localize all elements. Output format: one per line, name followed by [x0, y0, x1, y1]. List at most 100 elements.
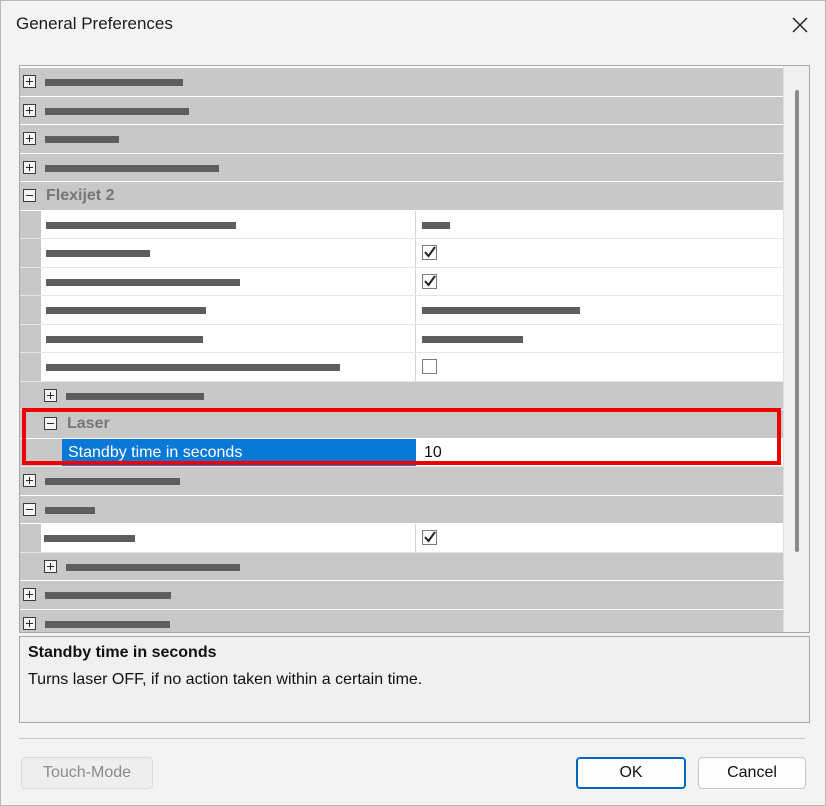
redacted-text: [45, 620, 170, 628]
collapse-icon[interactable]: [23, 502, 36, 516]
redacted-text: [45, 478, 180, 485]
expand-icon[interactable]: [44, 559, 57, 573]
scrollbar-thumb[interactable]: [795, 90, 799, 552]
redacted-text: [46, 221, 236, 229]
property-value-cell[interactable]: [417, 524, 783, 552]
row-margin: [20, 353, 41, 381]
checkmark-icon: [424, 246, 436, 258]
collapsed-category-row[interactable]: [20, 96, 783, 125]
separator: [19, 738, 805, 739]
row-margin: [20, 524, 41, 552]
collapse-icon[interactable]: [23, 189, 36, 202]
property-row[interactable]: [20, 296, 783, 325]
property-name-cell[interactable]: [41, 239, 416, 267]
redacted-text: [45, 107, 189, 115]
ok-button[interactable]: OK: [576, 757, 686, 789]
redacted-text: [44, 535, 135, 542]
checkmark-icon: [424, 274, 436, 287]
collapsed-subcategory-row[interactable]: [20, 381, 783, 410]
category-label: Laser: [67, 415, 110, 432]
property-name-cell[interactable]: [41, 524, 416, 552]
close-button[interactable]: [777, 5, 823, 45]
property-value-cell[interactable]: [417, 296, 783, 324]
property-name-cell[interactable]: [41, 296, 416, 324]
collapsed-category-row[interactable]: [20, 581, 783, 610]
redacted-text: [66, 563, 240, 571]
redacted-text: [45, 79, 183, 86]
expand-icon[interactable]: [23, 132, 36, 145]
redacted-text: [66, 392, 204, 400]
redacted-text: [46, 307, 206, 314]
close-icon: [792, 17, 808, 33]
redacted-text: [422, 335, 523, 343]
property-name-cell[interactable]: [41, 267, 416, 295]
touch-mode-button[interactable]: Touch-Mode: [21, 757, 153, 789]
property-row[interactable]: [20, 324, 783, 353]
property-name-cell[interactable]: [41, 210, 416, 238]
help-title: Standby time in seconds: [28, 644, 217, 661]
property-row[interactable]: [20, 353, 783, 382]
redacted-text: [46, 250, 150, 257]
collapsed-category-row[interactable]: [20, 153, 783, 182]
help-description: Turns laser OFF, if no action taken with…: [28, 671, 423, 688]
expand-icon[interactable]: [23, 588, 36, 601]
property-row[interactable]: [20, 210, 783, 239]
expand-icon[interactable]: [23, 75, 36, 88]
collapsed-category-row[interactable]: [20, 467, 783, 496]
checkbox[interactable]: [422, 245, 437, 260]
property-row[interactable]: [20, 267, 783, 296]
category-label: Flexijet 2: [46, 187, 115, 204]
general-preferences-dialog: General Preferences Flexijet 2 Laser Sta…: [0, 0, 826, 806]
property-row-standby-time[interactable]: Standby time in seconds 10: [20, 438, 783, 467]
property-value-cell[interactable]: [417, 324, 783, 352]
dialog-title: General Preferences: [16, 14, 173, 33]
property-grid[interactable]: Flexijet 2 Laser Standby time in seconds…: [19, 65, 810, 633]
row-margin: [20, 239, 41, 267]
collapsed-category-row[interactable]: [20, 125, 783, 154]
vertical-scrollbar[interactable]: [783, 66, 809, 632]
checkbox[interactable]: [422, 530, 437, 545]
checkbox[interactable]: [422, 273, 437, 289]
property-name-cell[interactable]: [41, 353, 416, 381]
property-value-cell[interactable]: [417, 210, 783, 238]
checkbox[interactable]: [422, 359, 437, 374]
redacted-text: [46, 364, 340, 371]
property-value-cell[interactable]: 10: [417, 438, 783, 466]
property-name-cell[interactable]: Standby time in seconds: [62, 438, 416, 466]
collapsed-subcategory-row[interactable]: [20, 552, 783, 581]
row-margin: [20, 296, 41, 324]
expand-icon[interactable]: [44, 388, 57, 402]
collapsed-category-row[interactable]: [20, 68, 783, 97]
collapse-icon[interactable]: [44, 417, 57, 430]
row-margin: [20, 324, 41, 352]
property-value[interactable]: 10: [424, 444, 442, 462]
redacted-text: [422, 307, 580, 314]
category-flexijet[interactable]: Flexijet 2: [20, 182, 783, 211]
redacted-text: [422, 221, 450, 229]
redacted-text: [45, 592, 171, 599]
redacted-text: [45, 164, 219, 172]
category-laser[interactable]: Laser: [20, 410, 783, 439]
property-row[interactable]: [20, 239, 783, 268]
expand-icon[interactable]: [23, 160, 36, 174]
property-value-cell[interactable]: [417, 267, 783, 295]
redacted-text: [46, 335, 203, 343]
collapsed-category-row[interactable]: [20, 609, 783, 632]
expand-icon[interactable]: [23, 103, 36, 117]
row-margin: [20, 210, 41, 238]
property-name-cell[interactable]: [41, 324, 416, 352]
redacted-text: [45, 136, 119, 143]
property-row[interactable]: [20, 524, 783, 553]
property-value-cell[interactable]: [417, 239, 783, 267]
redacted-text: [46, 278, 240, 286]
help-panel: Standby time in seconds Turns laser OFF,…: [19, 636, 810, 723]
expand-icon[interactable]: [23, 474, 36, 487]
redacted-text: [45, 506, 95, 514]
expanded-category-row[interactable]: [20, 495, 783, 524]
expand-icon[interactable]: [23, 616, 36, 630]
title-bar[interactable]: General Preferences: [1, 1, 825, 49]
property-value-cell[interactable]: [417, 353, 783, 381]
cancel-button[interactable]: Cancel: [698, 757, 806, 789]
row-margin: [20, 438, 62, 466]
checkmark-icon: [424, 531, 436, 543]
